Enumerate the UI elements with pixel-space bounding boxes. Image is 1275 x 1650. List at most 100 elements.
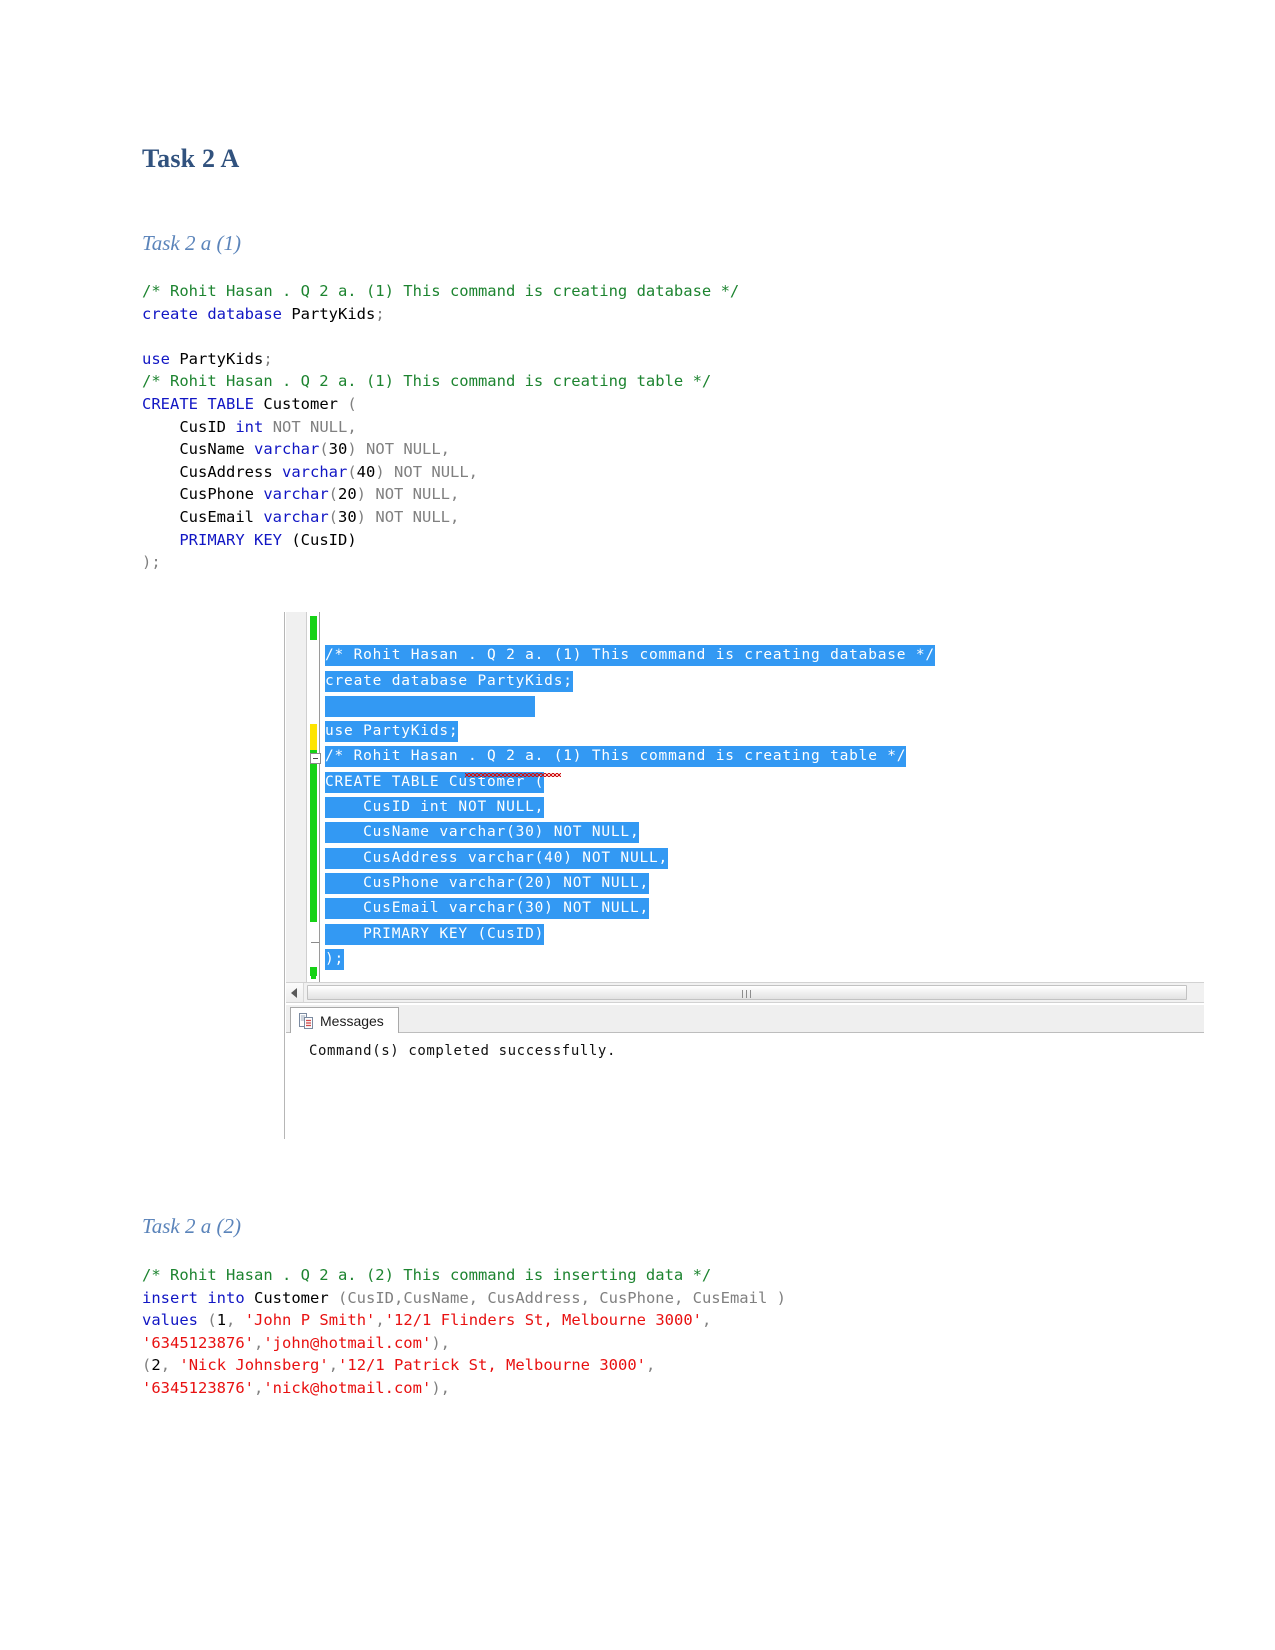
- editor-line-11: CusEmail varchar(30) NOT NULL,: [325, 896, 935, 921]
- editor-gutter-divider: [319, 612, 320, 982]
- column-name-cusname: CusName: [179, 440, 245, 459]
- editor-line-7-text: CusID int NOT NULL,: [325, 797, 545, 819]
- row2-address: '12/1 Patrick St, Melbourne 3000': [338, 1356, 646, 1375]
- editor-line-4-text: use PartyKids;: [325, 721, 459, 743]
- insert-column-list: (CusID,CusName, CusAddress, CusPhone, Cu…: [338, 1288, 786, 1307]
- column-type-int: int: [235, 417, 264, 436]
- editor-line-9-text: CusAddress varchar(40) NOT NULL,: [325, 847, 669, 869]
- primary-key-column: (CusID): [291, 530, 357, 549]
- messages-grid-icon: [299, 1012, 314, 1029]
- spell-error-squiggle-icon: [465, 773, 561, 777]
- tab-messages-label: Messages: [320, 1012, 384, 1029]
- row1-name: 'John P Smith': [244, 1311, 376, 1330]
- column-type-varchar-2: varchar: [254, 440, 320, 459]
- row2-id: 2: [151, 1356, 161, 1375]
- code-fold-end-marker: [311, 942, 319, 943]
- editor-line-10: CusPhone varchar(20) NOT NULL,: [325, 871, 935, 896]
- change-marker-dot: [311, 970, 316, 979]
- change-marker-green-1: [310, 616, 317, 640]
- row1-phone: '6345123876': [142, 1333, 254, 1352]
- column-size-4: 20: [338, 485, 357, 504]
- ssms-results-pane: Messages Command(s) completed successful…: [286, 1005, 1204, 1139]
- column-name-cusphone: CusPhone: [179, 485, 254, 504]
- keyword-database: database: [207, 304, 282, 323]
- column-type-varchar-3: varchar: [282, 462, 348, 481]
- editor-change-bar: [310, 612, 317, 982]
- editor-line-2: create database PartyKids;: [325, 669, 935, 694]
- editor-selection-margin: [286, 612, 307, 982]
- code-fold-toggle-icon[interactable]: [310, 753, 321, 764]
- editor-line-8-text: CusName varchar(30) NOT NULL,: [325, 822, 640, 844]
- ssms-query-editor[interactable]: /* Rohit Hasan . Q 2 a. (1) This command…: [285, 612, 1204, 982]
- messages-output-body: Command(s) completed successfully.: [286, 1033, 1204, 1139]
- keyword-create: create: [142, 304, 198, 323]
- row2-name: 'Nick Johnsberg': [179, 1356, 329, 1375]
- change-marker-green-2: [310, 750, 317, 922]
- constraint-not-null-3: NOT NULL,: [394, 462, 479, 481]
- code-comment-line-2: /* Rohit Hasan . Q 2 a. (1) This command…: [142, 372, 712, 391]
- tab-messages[interactable]: Messages: [290, 1007, 399, 1033]
- column-size-3: 40: [356, 462, 376, 481]
- constraint-not-null-5: NOT NULL,: [375, 507, 460, 526]
- editor-line-9: CusAddress varchar(40) NOT NULL,: [325, 846, 935, 871]
- editor-line-8: CusName varchar(30) NOT NULL,: [325, 820, 935, 845]
- column-size-2: 30: [328, 440, 348, 459]
- document-page: Task 2 A Task 2 a (1) /* Rohit Hasan . Q…: [0, 0, 1275, 1650]
- keyword-primary-key: PRIMARY KEY: [179, 530, 282, 549]
- insert-code-comment: /* Rohit Hasan . Q 2 a. (2) This command…: [142, 1266, 712, 1284]
- editor-line-12-text: PRIMARY KEY (CusID): [325, 923, 545, 945]
- section-heading-task-2-a-1: Task 2 a (1): [142, 231, 241, 255]
- editor-line-4: use PartyKids;: [325, 719, 935, 744]
- editor-line-3: [325, 694, 935, 719]
- code-comment-line: /* Rohit Hasan . Q 2 a. (1) This command…: [142, 282, 740, 300]
- editor-line-1-text: /* Rohit Hasan . Q 2 a. (1) This command…: [325, 645, 935, 667]
- column-name-cusid: CusID: [179, 417, 226, 436]
- constraint-not-null-4: NOT NULL,: [375, 485, 460, 504]
- row1-id: 1: [216, 1311, 227, 1330]
- row1-email: 'john@hotmail.com': [263, 1333, 432, 1352]
- constraint-not-null-1: NOT NULL,: [272, 417, 357, 436]
- row2-phone: '6345123876': [142, 1378, 254, 1397]
- identifier-table-name: Customer: [263, 394, 339, 413]
- editor-line-7: CusID int NOT NULL,: [325, 795, 935, 820]
- keyword-create-upper: CREATE: [142, 394, 198, 413]
- keyword-table: TABLE: [207, 394, 255, 413]
- change-marker-yellow: [310, 724, 317, 750]
- messages-output-text: Command(s) completed successfully.: [309, 1043, 616, 1059]
- editor-line-11-text: CusEmail varchar(30) NOT NULL,: [325, 898, 650, 920]
- editor-line-13: );: [325, 947, 935, 972]
- column-type-varchar-5: varchar: [263, 507, 329, 526]
- row2-email: 'nick@hotmail.com': [263, 1378, 432, 1397]
- editor-line-1: /* Rohit Hasan . Q 2 a. (1) This command…: [325, 643, 935, 668]
- ssms-screenshot: /* Rohit Hasan . Q 2 a. (1) This command…: [284, 612, 1204, 1139]
- constraint-not-null-2: NOT NULL,: [366, 440, 451, 459]
- editor-code-text: /* Rohit Hasan . Q 2 a. (1) This command…: [325, 618, 935, 982]
- editor-line-13-text: );: [325, 948, 345, 970]
- scrollbar-thumb[interactable]: [307, 985, 1187, 1000]
- column-name-cusaddress: CusAddress: [179, 462, 273, 481]
- editor-line-10-text: CusPhone varchar(20) NOT NULL,: [325, 872, 650, 894]
- code-block-create-table: /* Rohit Hasan . Q 2 a. (1) This command…: [142, 282, 740, 572]
- results-tabstrip: Messages: [286, 1005, 1204, 1033]
- identifier-database-name-use: PartyKids: [179, 349, 264, 368]
- keyword-into: into: [207, 1288, 245, 1307]
- editor-horizontal-scrollbar[interactable]: [286, 982, 1204, 1003]
- scroll-left-arrow-icon[interactable]: [286, 983, 304, 1002]
- editor-line-2-text: create database PartyKids;: [325, 670, 573, 692]
- editor-line-5-text: /* Rohit Hasan . Q 2 a. (1) This command…: [325, 746, 907, 768]
- editor-line-6: CREATE TABLE Customer (: [325, 770, 935, 795]
- editor-line-5: /* Rohit Hasan . Q 2 a. (1) This command…: [325, 744, 935, 769]
- row1-address: '12/1 Flinders St, Melbourne 3000': [384, 1311, 702, 1330]
- column-size-5: 30: [338, 507, 357, 526]
- column-type-varchar-4: varchar: [263, 485, 329, 504]
- page-title: Task 2 A: [142, 144, 240, 173]
- column-name-cusemail: CusEmail: [179, 507, 254, 526]
- identifier-database-name: PartyKids: [291, 304, 376, 323]
- keyword-use: use: [142, 349, 170, 368]
- keyword-insert: insert: [142, 1288, 198, 1307]
- code-block-insert-data: /* Rohit Hasan . Q 2 a. (2) This command…: [142, 1266, 786, 1397]
- statement-close: );: [142, 553, 161, 572]
- section-heading-task-2-a-2: Task 2 a (2): [142, 1214, 241, 1238]
- editor-line-3-text: [325, 695, 535, 717]
- editor-line-12: PRIMARY KEY (CusID): [325, 922, 935, 947]
